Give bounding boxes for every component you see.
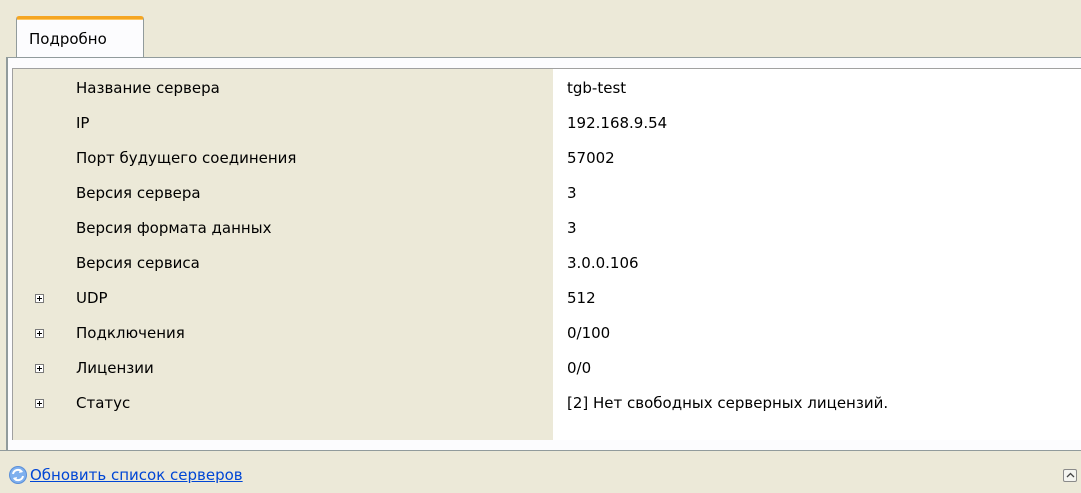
property-value: 0/0 — [567, 359, 592, 377]
expand-plus-icon[interactable] — [35, 399, 44, 408]
property-label: Порт будущего соединения — [76, 149, 297, 167]
property-label: Версия сервера — [76, 184, 201, 202]
property-value: 3 — [567, 219, 577, 237]
property-grid: Название сервера tgb-test IP 192.168.9.5… — [12, 68, 1081, 440]
chevron-up-icon — [1066, 472, 1075, 478]
property-row-licenses[interactable]: Лицензии 0/0 — [13, 352, 1081, 387]
property-value: [2] Нет свободных серверных лицензий. — [567, 394, 889, 412]
expand-plus-icon[interactable] — [35, 364, 44, 373]
tab-strip: Подробно — [0, 0, 1081, 59]
property-value: 3.0.0.106 — [567, 254, 639, 272]
property-label: UDP — [76, 289, 108, 307]
property-label: Подключения — [76, 324, 185, 342]
property-value: 192.168.9.54 — [567, 114, 668, 132]
property-label: Версия сервиса — [76, 254, 200, 272]
property-label: Лицензии — [76, 359, 154, 377]
property-row-server-name[interactable]: Название сервера tgb-test — [13, 72, 1081, 107]
refresh-server-list-link[interactable]: Обновить список серверов — [30, 466, 243, 484]
refresh-icon[interactable] — [8, 465, 28, 485]
property-row-server-version[interactable]: Версия сервера 3 — [13, 177, 1081, 212]
collapse-button[interactable] — [1063, 469, 1077, 482]
expand-plus-icon[interactable] — [35, 294, 44, 303]
tab-details[interactable]: Подробно — [16, 16, 144, 59]
property-row-connections[interactable]: Подключения 0/100 — [13, 317, 1081, 352]
property-row-data-format-version[interactable]: Версия формата данных 3 — [13, 212, 1081, 247]
property-label: IP — [76, 114, 90, 132]
property-value: tgb-test — [567, 79, 627, 97]
tab-details-label: Подробно — [29, 30, 107, 48]
property-row-status[interactable]: Статус [2] Нет свободных серверных лицен… — [13, 387, 1081, 422]
property-label: Статус — [76, 394, 131, 412]
property-row-service-version[interactable]: Версия сервиса 3.0.0.106 — [13, 247, 1081, 282]
property-value: 512 — [567, 289, 596, 307]
property-value: 0/100 — [567, 324, 611, 342]
property-value: 57002 — [567, 149, 615, 167]
property-value: 3 — [567, 184, 577, 202]
property-label: Название сервера — [76, 79, 220, 97]
footer-bar: Обновить список серверов — [0, 451, 1081, 493]
property-row-ip[interactable]: IP 192.168.9.54 — [13, 107, 1081, 142]
property-label: Версия формата данных — [76, 219, 272, 237]
property-row-port[interactable]: Порт будущего соединения 57002 — [13, 142, 1081, 177]
property-row-udp[interactable]: UDP 512 — [13, 282, 1081, 317]
expand-plus-icon[interactable] — [35, 329, 44, 338]
